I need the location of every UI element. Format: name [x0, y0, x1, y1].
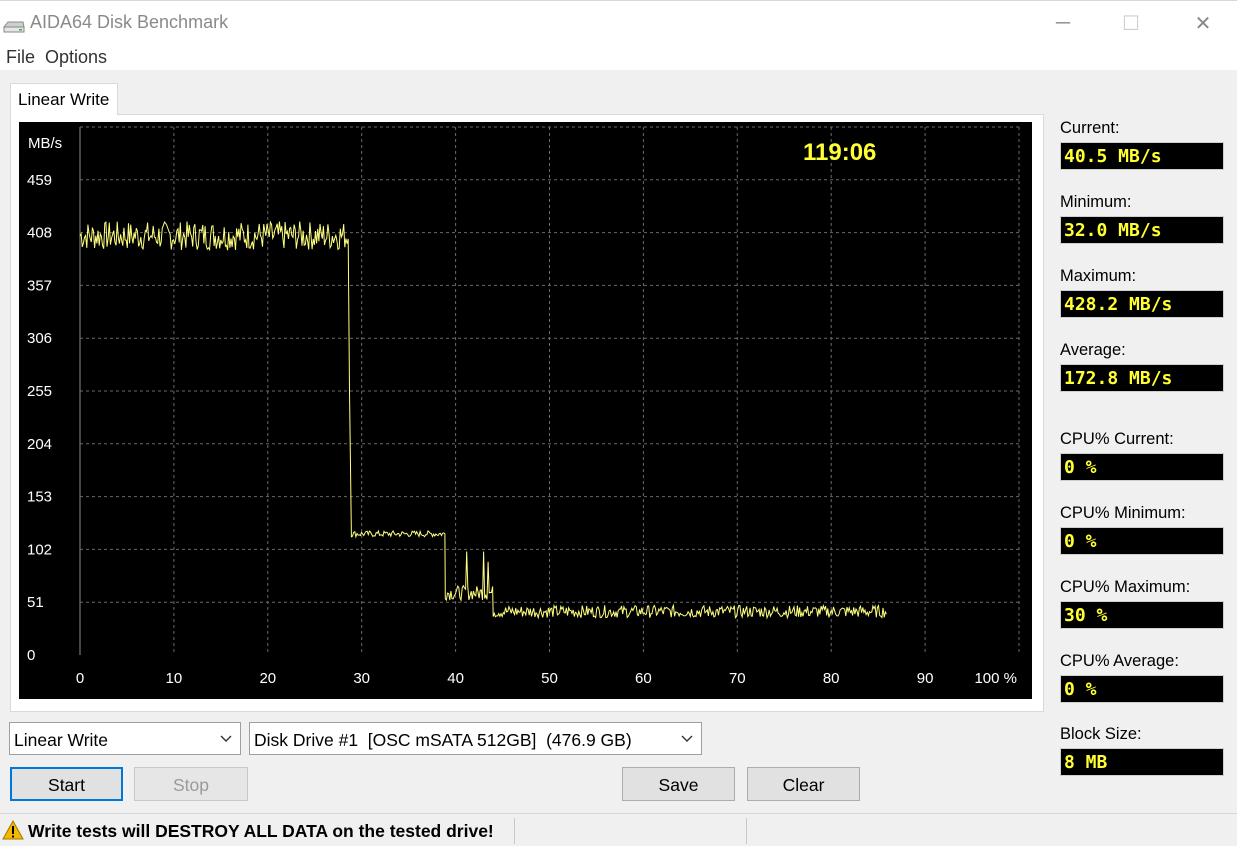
stat-label-current: Current:: [1060, 119, 1120, 137]
x-tick-label: 0: [76, 670, 84, 687]
x-tick-label: 70: [729, 670, 746, 687]
menu-bar: File Options: [0, 44, 1237, 70]
minimize-button[interactable]: ─: [1040, 7, 1086, 39]
x-tick-label: 50: [541, 670, 558, 687]
start-button[interactable]: Start: [10, 767, 123, 801]
chart-svg: 459 408 357 306 255 204 153 102 51 0 MB/s 0 10 20 30 40…: [27, 126, 1020, 687]
stat-label-maximum: Maximum:: [1060, 267, 1137, 285]
chevron-down-icon: [220, 735, 232, 742]
stat-value-current: 40.5 MB/s: [1060, 142, 1224, 170]
stat-label-cpu-average: CPU% Average:: [1060, 652, 1179, 670]
stat-label-average: Average:: [1060, 341, 1126, 359]
menu-file[interactable]: File: [6, 47, 35, 68]
x-tick-label: 30: [353, 670, 370, 687]
x-tick-label: 20: [259, 670, 276, 687]
save-button[interactable]: Save: [622, 767, 735, 801]
maximize-icon: ☐: [1122, 12, 1140, 35]
window-title: AIDA64 Disk Benchmark: [30, 12, 229, 32]
stat-label-cpu-current: CPU% Current:: [1060, 430, 1174, 448]
chevron-down-icon: [681, 735, 693, 742]
close-icon: ✕: [1194, 12, 1212, 35]
x-tick-label: 10: [166, 670, 183, 687]
disk-drive-icon: [3, 21, 25, 33]
y-tick-label: 255: [27, 383, 52, 400]
minimize-icon: ─: [1055, 11, 1071, 34]
y-tick-label: 357: [27, 277, 52, 294]
aida64-disk-benchmark-window: AIDA64 Disk Benchmark ─ ☐ ✕ File Options…: [0, 0, 1237, 846]
y-axis-label: MB/s: [28, 135, 62, 152]
y-tick-label: 51: [27, 594, 44, 611]
status-separator: [514, 818, 515, 844]
test-type-dropdown[interactable]: Linear Write: [9, 722, 241, 755]
clear-button[interactable]: Clear: [747, 767, 860, 801]
drive-value: Disk Drive #1 [OSC mSATA 512GB] (476.9 G…: [254, 730, 632, 750]
drive-dropdown[interactable]: Disk Drive #1 [OSC mSATA 512GB] (476.9 G…: [249, 722, 702, 755]
stat-label-cpu-minimum: CPU% Minimum:: [1060, 504, 1186, 522]
tab-linear-write[interactable]: Linear Write: [10, 83, 118, 115]
elapsed-timer: 119:06: [803, 139, 876, 166]
x-tick-label: 40: [447, 670, 464, 687]
x-tick-label: 100 %: [974, 670, 1017, 687]
maximize-button[interactable]: ☐: [1108, 7, 1154, 39]
stat-value-block-size: 8 MB: [1060, 748, 1224, 776]
y-tick-label: 459: [27, 172, 52, 189]
warning-text: Write tests will DESTROY ALL DATA on the…: [28, 821, 494, 841]
y-tick-label: 204: [27, 436, 52, 453]
benchmark-chart: 459 408 357 306 255 204 153 102 51 0 MB/s 0 10 20 30 40…: [19, 122, 1032, 699]
status-bar: Write tests will DESTROY ALL DATA on the…: [0, 813, 1237, 846]
status-separator: [746, 818, 747, 844]
write-speed-line: [79, 220, 887, 620]
stat-value-average: 172.8 MB/s: [1060, 364, 1224, 392]
menu-options[interactable]: Options: [45, 47, 107, 68]
y-tick-label: 102: [27, 541, 52, 558]
y-tick-label: 408: [27, 225, 52, 242]
x-tick-label: 90: [917, 670, 934, 687]
y-tick-label: 0: [27, 647, 35, 664]
title-bar: AIDA64 Disk Benchmark ─ ☐ ✕: [0, 0, 1237, 44]
stat-label-minimum: Minimum:: [1060, 193, 1132, 211]
warning-icon: [2, 820, 24, 840]
x-tick-label: 80: [823, 670, 840, 687]
stat-label-block-size: Block Size:: [1060, 725, 1142, 743]
y-tick-label: 153: [27, 489, 52, 506]
stat-value-cpu-current: 0 %: [1060, 453, 1224, 481]
stat-value-maximum: 428.2 MB/s: [1060, 290, 1224, 318]
y-tick-label: 306: [27, 330, 52, 347]
stat-value-cpu-maximum: 30 %: [1060, 601, 1224, 629]
stat-value-cpu-minimum: 0 %: [1060, 527, 1224, 555]
close-button[interactable]: ✕: [1180, 7, 1226, 39]
stat-label-cpu-maximum: CPU% Maximum:: [1060, 578, 1191, 596]
stop-button[interactable]: Stop: [134, 767, 248, 801]
test-type-value: Linear Write: [14, 730, 109, 750]
stat-value-minimum: 32.0 MB/s: [1060, 216, 1224, 244]
x-tick-label: 60: [635, 670, 652, 687]
stat-value-cpu-average: 0 %: [1060, 675, 1224, 703]
